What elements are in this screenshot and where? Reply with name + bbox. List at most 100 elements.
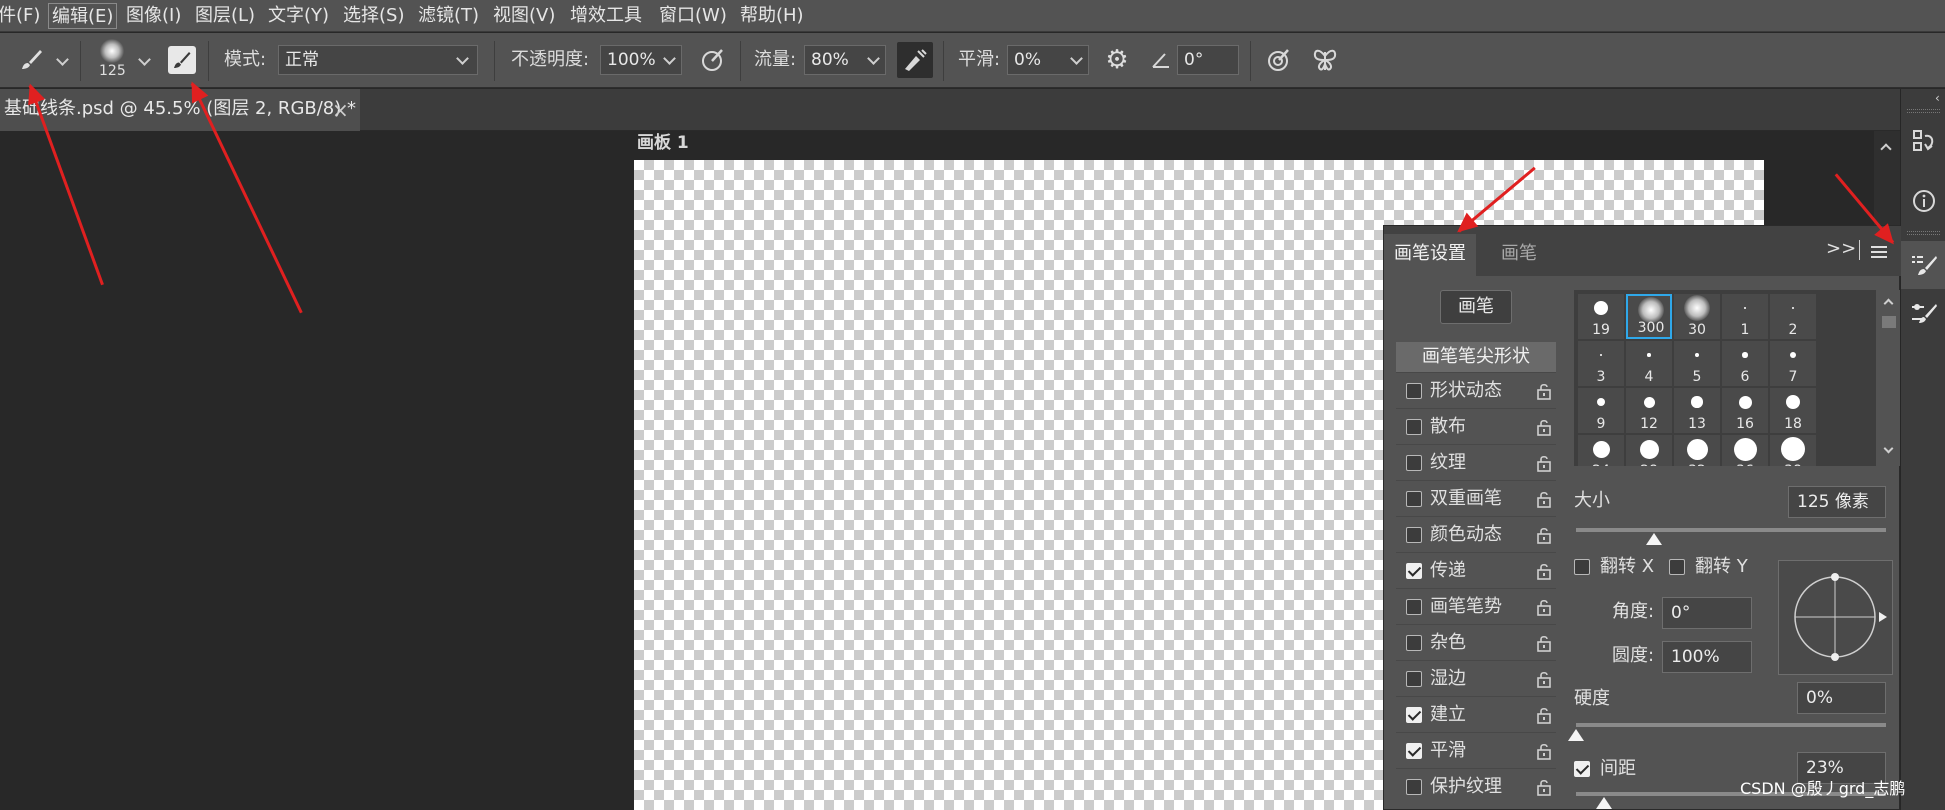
brush-preset-cell[interactable]: 2 [1770, 294, 1816, 339]
brush-option-checkbox[interactable] [1406, 743, 1422, 759]
hardness-slider-track[interactable] [1576, 723, 1886, 727]
brush-preset-cell[interactable]: 12 [1626, 388, 1672, 433]
brush-settings-panel-icon[interactable] [1901, 241, 1945, 289]
panel-expand-icon[interactable]: >> [1826, 238, 1856, 259]
brush-option-row[interactable]: 纹理 [1396, 444, 1556, 480]
brush-option-checkbox[interactable] [1406, 491, 1422, 507]
preset-grid-scrollbar[interactable] [1878, 290, 1900, 466]
brush-option-checkbox[interactable] [1406, 563, 1422, 579]
brush-preset-cell[interactable]: 36 [1722, 435, 1768, 466]
menu-type[interactable]: 文字(Y) [268, 3, 329, 29]
brush-angle-roundness-widget[interactable] [1778, 560, 1893, 675]
menu-filter[interactable]: 滤镜(T) [418, 3, 479, 29]
brush-preset-cell[interactable]: 9 [1578, 388, 1624, 433]
brush-preset-cell[interactable]: 32 [1674, 435, 1720, 466]
menu-layer[interactable]: 图层(L) [195, 3, 255, 29]
brush-option-checkbox[interactable] [1406, 455, 1422, 471]
lock-icon[interactable] [1536, 562, 1552, 580]
menu-view[interactable]: 视图(V) [493, 3, 555, 29]
brushes-button[interactable]: 画笔 [1440, 290, 1512, 324]
size-slider-track[interactable] [1576, 528, 1886, 532]
brush-tool-icon[interactable] [14, 43, 48, 77]
brush-option-row[interactable]: 湿边 [1396, 660, 1556, 696]
lock-icon[interactable] [1536, 706, 1552, 724]
brush-option-checkbox[interactable] [1406, 779, 1422, 795]
lock-icon[interactable] [1536, 418, 1552, 436]
brush-preset-cell[interactable]: 7 [1770, 341, 1816, 386]
menu-select[interactable]: 选择(S) [343, 3, 404, 29]
brush-preset-cell[interactable]: 4 [1626, 341, 1672, 386]
menu-help[interactable]: 帮助(H) [740, 3, 804, 29]
size-slider-thumb[interactable] [1645, 533, 1662, 545]
lock-icon[interactable] [1536, 526, 1552, 544]
info-panel-icon[interactable] [1901, 177, 1945, 225]
brush-preset-cell[interactable]: 3 [1578, 341, 1624, 386]
opacity-field[interactable]: 100% [600, 45, 682, 75]
brush-preset-cell[interactable]: 28 [1626, 435, 1672, 466]
symmetry-butterfly-icon[interactable] [1308, 43, 1342, 77]
brush-picker-chevron-icon[interactable] [138, 53, 151, 66]
dock-grip[interactable] [1907, 109, 1940, 113]
brush-option-row[interactable]: 散布 [1396, 408, 1556, 444]
hardness-field[interactable]: 0% [1797, 682, 1886, 714]
tab-brushes[interactable]: 画笔 [1491, 234, 1547, 276]
lock-icon[interactable] [1536, 382, 1552, 400]
smoothing-options-gear-icon[interactable]: ⚙ [1100, 44, 1134, 76]
brush-option-row[interactable]: 保护纹理 [1396, 768, 1556, 804]
roundness-field[interactable]: 100% [1662, 641, 1752, 673]
airbrush-icon[interactable] [897, 42, 933, 78]
brush-option-row[interactable]: 形状动态 [1396, 372, 1556, 408]
mode-select[interactable]: 正常 [278, 45, 478, 75]
brush-preset-cell[interactable]: 1 [1722, 294, 1768, 339]
brush-preset-cell[interactable]: 18 [1770, 388, 1816, 433]
brush-option-row[interactable]: 画笔笔势 [1396, 588, 1556, 624]
collapse-dock-icon[interactable]: ‹ [1935, 91, 1940, 105]
brush-option-row[interactable]: 双重画笔 [1396, 480, 1556, 516]
brush-option-checkbox[interactable] [1406, 383, 1422, 399]
brush-presets-panel-icon[interactable] [1901, 289, 1945, 337]
pressure-size-icon[interactable] [1262, 43, 1296, 77]
brush-option-row[interactable]: 建立 [1396, 696, 1556, 732]
brush-preset-cell[interactable]: 16 [1722, 388, 1768, 433]
brush-option-row[interactable]: 颜色动态 [1396, 516, 1556, 552]
brush-option-checkbox[interactable] [1406, 419, 1422, 435]
menu-plugins[interactable]: 增效工具 [570, 3, 642, 29]
lock-icon[interactable] [1536, 670, 1552, 688]
dock-grip-2[interactable] [1907, 231, 1940, 235]
flip-y-checkbox[interactable] [1669, 559, 1685, 575]
lock-icon[interactable] [1536, 454, 1552, 472]
flow-field[interactable]: 80% [804, 45, 886, 75]
brush-preset-cell[interactable]: 300 [1626, 294, 1672, 339]
brush-angle-field[interactable]: 0° [1177, 45, 1239, 75]
grid-scroll-thumb[interactable] [1882, 316, 1896, 328]
scroll-up-icon[interactable] [1880, 143, 1892, 155]
tab-brush-settings[interactable]: 画笔设置 [1384, 234, 1476, 276]
lock-icon[interactable] [1536, 490, 1552, 508]
tool-preset-chevron-icon[interactable] [56, 53, 69, 66]
size-field[interactable]: 125 像素 [1788, 486, 1886, 518]
brush-preset-cell[interactable]: 6 [1722, 341, 1768, 386]
smoothing-field[interactable]: 0% [1007, 45, 1089, 75]
brush-option-row[interactable]: 传递 [1396, 552, 1556, 588]
menu-window[interactable]: 窗口(W) [659, 3, 727, 29]
angle-field[interactable]: 0° [1662, 597, 1752, 629]
brush-option-checkbox[interactable] [1406, 599, 1422, 615]
spacing-slider-thumb[interactable] [1595, 797, 1612, 809]
spacing-checkbox[interactable] [1574, 761, 1590, 777]
document-tab[interactable]: 基础线条.psd @ 45.5% (图层 2, RGB/8) * [0, 89, 360, 131]
lock-icon[interactable] [1536, 598, 1552, 616]
brush-option-row[interactable]: 杂色 [1396, 624, 1556, 660]
brush-preview-icon[interactable] [97, 38, 129, 64]
brush-preset-cell[interactable]: 30 [1674, 294, 1720, 339]
brush-option-checkbox[interactable] [1406, 707, 1422, 723]
brush-option-checkbox[interactable] [1406, 527, 1422, 543]
brush-preset-cell[interactable]: 24 [1578, 435, 1624, 466]
menu-edit[interactable]: 编辑(E) [48, 3, 118, 29]
lock-icon[interactable] [1536, 778, 1552, 796]
pressure-opacity-icon[interactable] [697, 43, 729, 77]
hardness-slider-thumb[interactable] [1568, 729, 1584, 741]
history-panel-icon[interactable] [1901, 117, 1945, 165]
lock-icon[interactable] [1536, 634, 1552, 652]
grid-scroll-down-icon[interactable] [1883, 443, 1894, 454]
brush-tip-shape-item[interactable]: 画笔笔尖形状 [1396, 342, 1556, 372]
